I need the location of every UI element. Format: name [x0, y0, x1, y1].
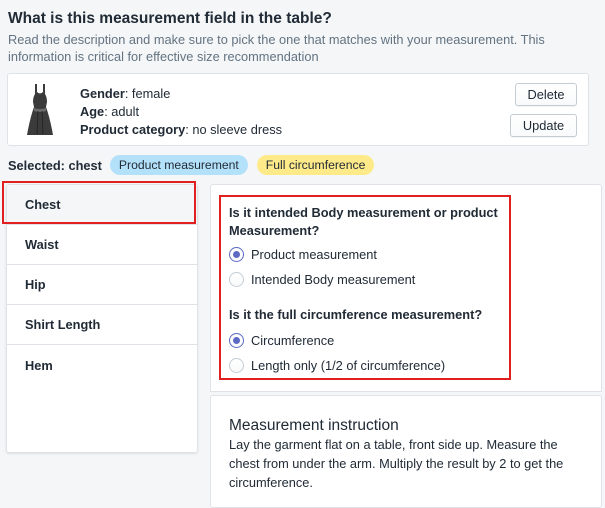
- gender-row: Gender: female: [80, 85, 282, 103]
- question-measurement-type: Is it intended Body measurement or produ…: [229, 205, 498, 238]
- product-info: Gender: female Age: adult Product catego…: [80, 85, 282, 139]
- radio-intended-body-measurement[interactable]: Intended Body measurement: [229, 270, 415, 288]
- radio-label[interactable]: Circumference: [251, 333, 334, 348]
- measurement-item-hip[interactable]: Hip: [7, 265, 197, 305]
- category-row: Product category: no sleeve dress: [80, 121, 282, 139]
- age-value: : adult: [104, 104, 140, 119]
- measurement-list: Chest Waist Hip Shirt Length Hem: [6, 184, 198, 453]
- age-label: Age: [80, 104, 105, 119]
- page-title: What is this measurement field in the ta…: [8, 10, 332, 27]
- radio-checked-icon[interactable]: [229, 246, 244, 262]
- delete-button[interactable]: Delete: [515, 83, 577, 106]
- gender-value: : female: [124, 86, 171, 101]
- page-description: Read the description and make sure to pi…: [8, 32, 545, 64]
- product-measurement-badge: Product measurement: [109, 155, 248, 175]
- radio-product-measurement[interactable]: Product measurement: [229, 245, 377, 263]
- product-card: Gender: female Age: adult Product catego…: [7, 73, 589, 146]
- instruction-body: Lay the garment flat on a table, front s…: [229, 437, 564, 490]
- radio-label[interactable]: Product measurement: [251, 247, 377, 262]
- selected-label: Selected: chest: [8, 157, 102, 173]
- radio-checked-icon[interactable]: [229, 332, 244, 348]
- radio-label[interactable]: Intended Body measurement: [251, 272, 415, 287]
- radio-label[interactable]: Length only (1/2 of circumference): [251, 358, 445, 373]
- measurement-item-waist[interactable]: Waist: [7, 225, 197, 265]
- category-value: : no sleeve dress: [185, 122, 282, 137]
- radio-unchecked-icon[interactable]: [229, 271, 244, 287]
- radio-unchecked-icon[interactable]: [229, 357, 244, 373]
- update-button[interactable]: Update: [510, 114, 577, 137]
- age-row: Age: adult: [80, 103, 282, 121]
- category-label: Product category: [80, 122, 186, 137]
- measurement-item-hem[interactable]: Hem: [7, 345, 197, 385]
- instruction-title: Measurement instruction: [229, 417, 399, 434]
- full-circumference-badge: Full circumference: [256, 155, 375, 175]
- measurement-item-shirt-length[interactable]: Shirt Length: [7, 305, 197, 345]
- gender-label: Gender: [80, 86, 125, 101]
- selected-summary: Selected: chest Product measurement Full…: [8, 155, 383, 175]
- question-circumference: Is it the full circumference measurement…: [229, 307, 483, 322]
- measurement-item-chest[interactable]: Chest: [7, 185, 197, 225]
- radio-circumference[interactable]: Circumference: [229, 331, 334, 349]
- dress-icon: [27, 84, 53, 135]
- radio-length-only[interactable]: Length only (1/2 of circumference): [229, 356, 445, 374]
